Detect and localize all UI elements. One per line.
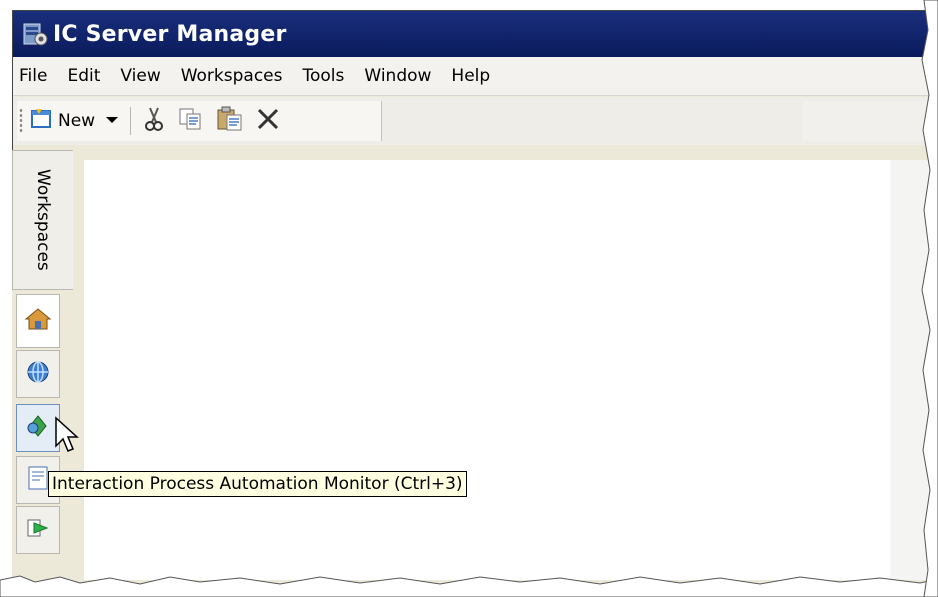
menu-edit[interactable]: Edit bbox=[57, 57, 110, 95]
window-title: IC Server Manager bbox=[53, 21, 287, 47]
torn-edge-right bbox=[921, 0, 938, 597]
cut-button[interactable] bbox=[139, 105, 169, 137]
server-manager-icon bbox=[21, 20, 49, 48]
toolbar-separator bbox=[130, 107, 132, 135]
toolbar-strip: New bbox=[17, 101, 382, 141]
workspaces-sidebar: Workspaces bbox=[12, 150, 84, 580]
new-button-label: New bbox=[58, 111, 96, 131]
menu-workspaces[interactable]: Workspaces bbox=[171, 57, 293, 95]
toolbar-grip[interactable] bbox=[19, 108, 23, 134]
workspaces-tab-label: Workspaces bbox=[33, 169, 53, 271]
new-document-icon bbox=[30, 108, 52, 135]
delete-icon bbox=[256, 107, 280, 136]
sidebar-arrow-button[interactable] bbox=[16, 506, 60, 554]
new-dropdown-button[interactable] bbox=[102, 105, 122, 137]
menu-view[interactable]: View bbox=[110, 57, 170, 95]
cut-icon bbox=[142, 106, 166, 137]
copy-icon bbox=[178, 107, 204, 136]
torn-edge-bottom bbox=[0, 575, 938, 597]
menu-bar: File Edit View Workspaces Tools Window H… bbox=[13, 57, 931, 96]
sidebar-home-button[interactable] bbox=[16, 294, 60, 348]
sidebar-globe-button[interactable] bbox=[16, 350, 60, 398]
paste-icon bbox=[216, 106, 244, 137]
home-icon bbox=[24, 306, 52, 337]
document-icon bbox=[26, 465, 50, 496]
menu-window[interactable]: Window bbox=[354, 57, 441, 95]
menu-file[interactable]: File bbox=[13, 57, 57, 95]
new-button[interactable]: New bbox=[27, 105, 98, 137]
dropdown-arrow-icon bbox=[105, 112, 119, 130]
toolbar: New bbox=[13, 97, 931, 145]
paste-button[interactable] bbox=[213, 105, 247, 137]
mouse-cursor-icon bbox=[54, 416, 80, 461]
workspaces-tab[interactable]: Workspaces bbox=[12, 150, 73, 290]
tooltip: Interaction Process Automation Monitor (… bbox=[48, 471, 467, 497]
green-arrow-icon bbox=[25, 515, 51, 546]
copy-button[interactable] bbox=[175, 105, 207, 137]
title-bar[interactable]: IC Server Manager bbox=[13, 11, 931, 57]
toolbar-empty-area bbox=[803, 101, 931, 141]
menu-help[interactable]: Help bbox=[441, 57, 500, 95]
menu-tools[interactable]: Tools bbox=[293, 57, 355, 95]
process-automation-icon bbox=[24, 412, 52, 445]
main-content-area bbox=[84, 160, 930, 580]
globe-icon bbox=[25, 359, 51, 390]
delete-button[interactable] bbox=[253, 105, 283, 137]
